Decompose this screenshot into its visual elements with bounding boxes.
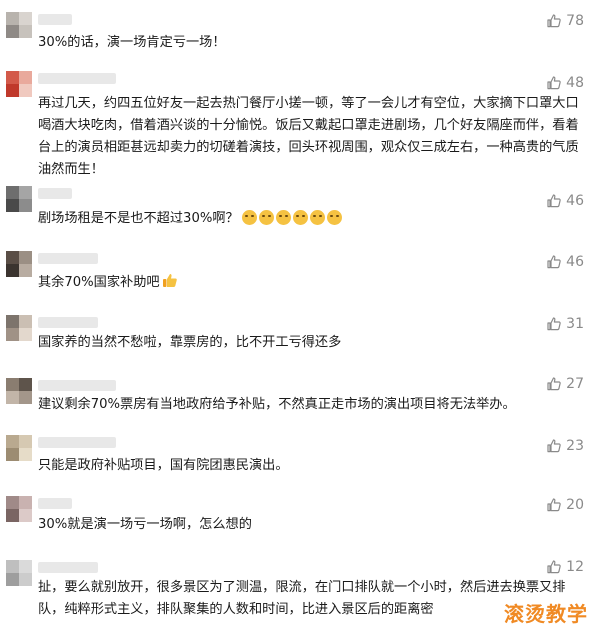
like-count: 31 <box>566 316 584 332</box>
nickname[interactable] <box>38 562 98 573</box>
avatar[interactable] <box>6 251 32 277</box>
smiley-emoji-icon <box>292 210 308 225</box>
smiley-emoji-icon <box>309 210 325 225</box>
comment-text: 其余70%国家补助吧 <box>38 272 586 294</box>
like-count: 48 <box>566 75 584 91</box>
comment-text: 再过几天，约四五位好友一起去热门餐厅小搓一顿，等了一会儿才有空位，大家摘下口罩大… <box>38 96 579 177</box>
thumb-up-outline-icon <box>547 194 561 208</box>
thumb-up-outline-icon <box>547 76 561 90</box>
comment-text: 只能是政府补贴项目，国有院团惠民演出。 <box>38 458 289 473</box>
like-count: 46 <box>566 193 584 209</box>
nickname[interactable] <box>38 14 72 25</box>
nickname[interactable] <box>38 498 72 509</box>
like-button[interactable]: 20 <box>546 497 584 513</box>
like-count: 23 <box>566 438 584 454</box>
smiley-emoji-icon <box>241 210 257 225</box>
like-button[interactable]: 46 <box>546 193 584 209</box>
nickname[interactable] <box>38 73 116 84</box>
nickname[interactable] <box>38 380 116 391</box>
like-button[interactable]: 12 <box>546 559 584 575</box>
thumb-up-outline-icon <box>547 498 561 512</box>
thumb-up-outline-icon <box>547 560 561 574</box>
comment-text: 建议剩余70%票房有当地政府给予补贴，不然真正走市场的演出项目将无法举办。 <box>38 397 516 412</box>
like-count: 27 <box>566 376 584 392</box>
nickname[interactable] <box>38 188 72 199</box>
avatar[interactable] <box>6 12 32 38</box>
emoji-row <box>241 210 342 225</box>
like-button[interactable]: 46 <box>546 254 584 270</box>
avatar[interactable] <box>6 71 32 97</box>
like-button[interactable]: 27 <box>546 376 584 392</box>
smiley-emoji-icon <box>275 210 291 225</box>
avatar[interactable] <box>6 315 32 341</box>
nickname[interactable] <box>38 253 98 264</box>
comment-text: 国家养的当然不愁啦，靠票房的，比不开工亏得还多 <box>38 335 342 350</box>
nickname[interactable] <box>38 317 98 328</box>
like-count: 12 <box>566 559 584 575</box>
thumb-up-outline-icon <box>547 255 561 269</box>
comment-text-content: 其余70%国家补助吧 <box>38 275 160 290</box>
comment-text: 30%的话，演一场肯定亏一场！ <box>38 35 226 50</box>
comment-text: 剧场场租是不是也不超过30%啊？ <box>38 208 586 230</box>
avatar[interactable] <box>6 186 32 212</box>
like-button[interactable]: 48 <box>546 75 584 91</box>
avatar[interactable] <box>6 496 32 522</box>
like-button[interactable]: 23 <box>546 438 584 454</box>
smiley-emoji-icon <box>258 210 274 225</box>
thumbs-up-emoji-icon <box>162 274 177 287</box>
thumb-up-outline-icon <box>547 317 561 331</box>
thumb-up-outline-icon <box>547 377 561 391</box>
comment-text-content: 剧场场租是不是也不超过30%啊？ <box>38 211 239 226</box>
nickname[interactable] <box>38 437 116 448</box>
avatar[interactable] <box>6 560 32 586</box>
thumb-up-outline-icon <box>547 439 561 453</box>
smiley-emoji-icon <box>326 210 342 225</box>
comment-text: 30%就是演一场亏一场啊，怎么想的 <box>38 517 252 532</box>
like-count: 78 <box>566 13 584 29</box>
like-button[interactable]: 31 <box>546 316 584 332</box>
like-count: 46 <box>566 254 584 270</box>
like-count: 20 <box>566 497 584 513</box>
avatar[interactable] <box>6 435 32 461</box>
thumb-up-outline-icon <box>547 14 561 28</box>
watermark: 滚烫教学 <box>504 602 588 626</box>
like-button[interactable]: 78 <box>546 13 584 29</box>
avatar[interactable] <box>6 378 32 404</box>
